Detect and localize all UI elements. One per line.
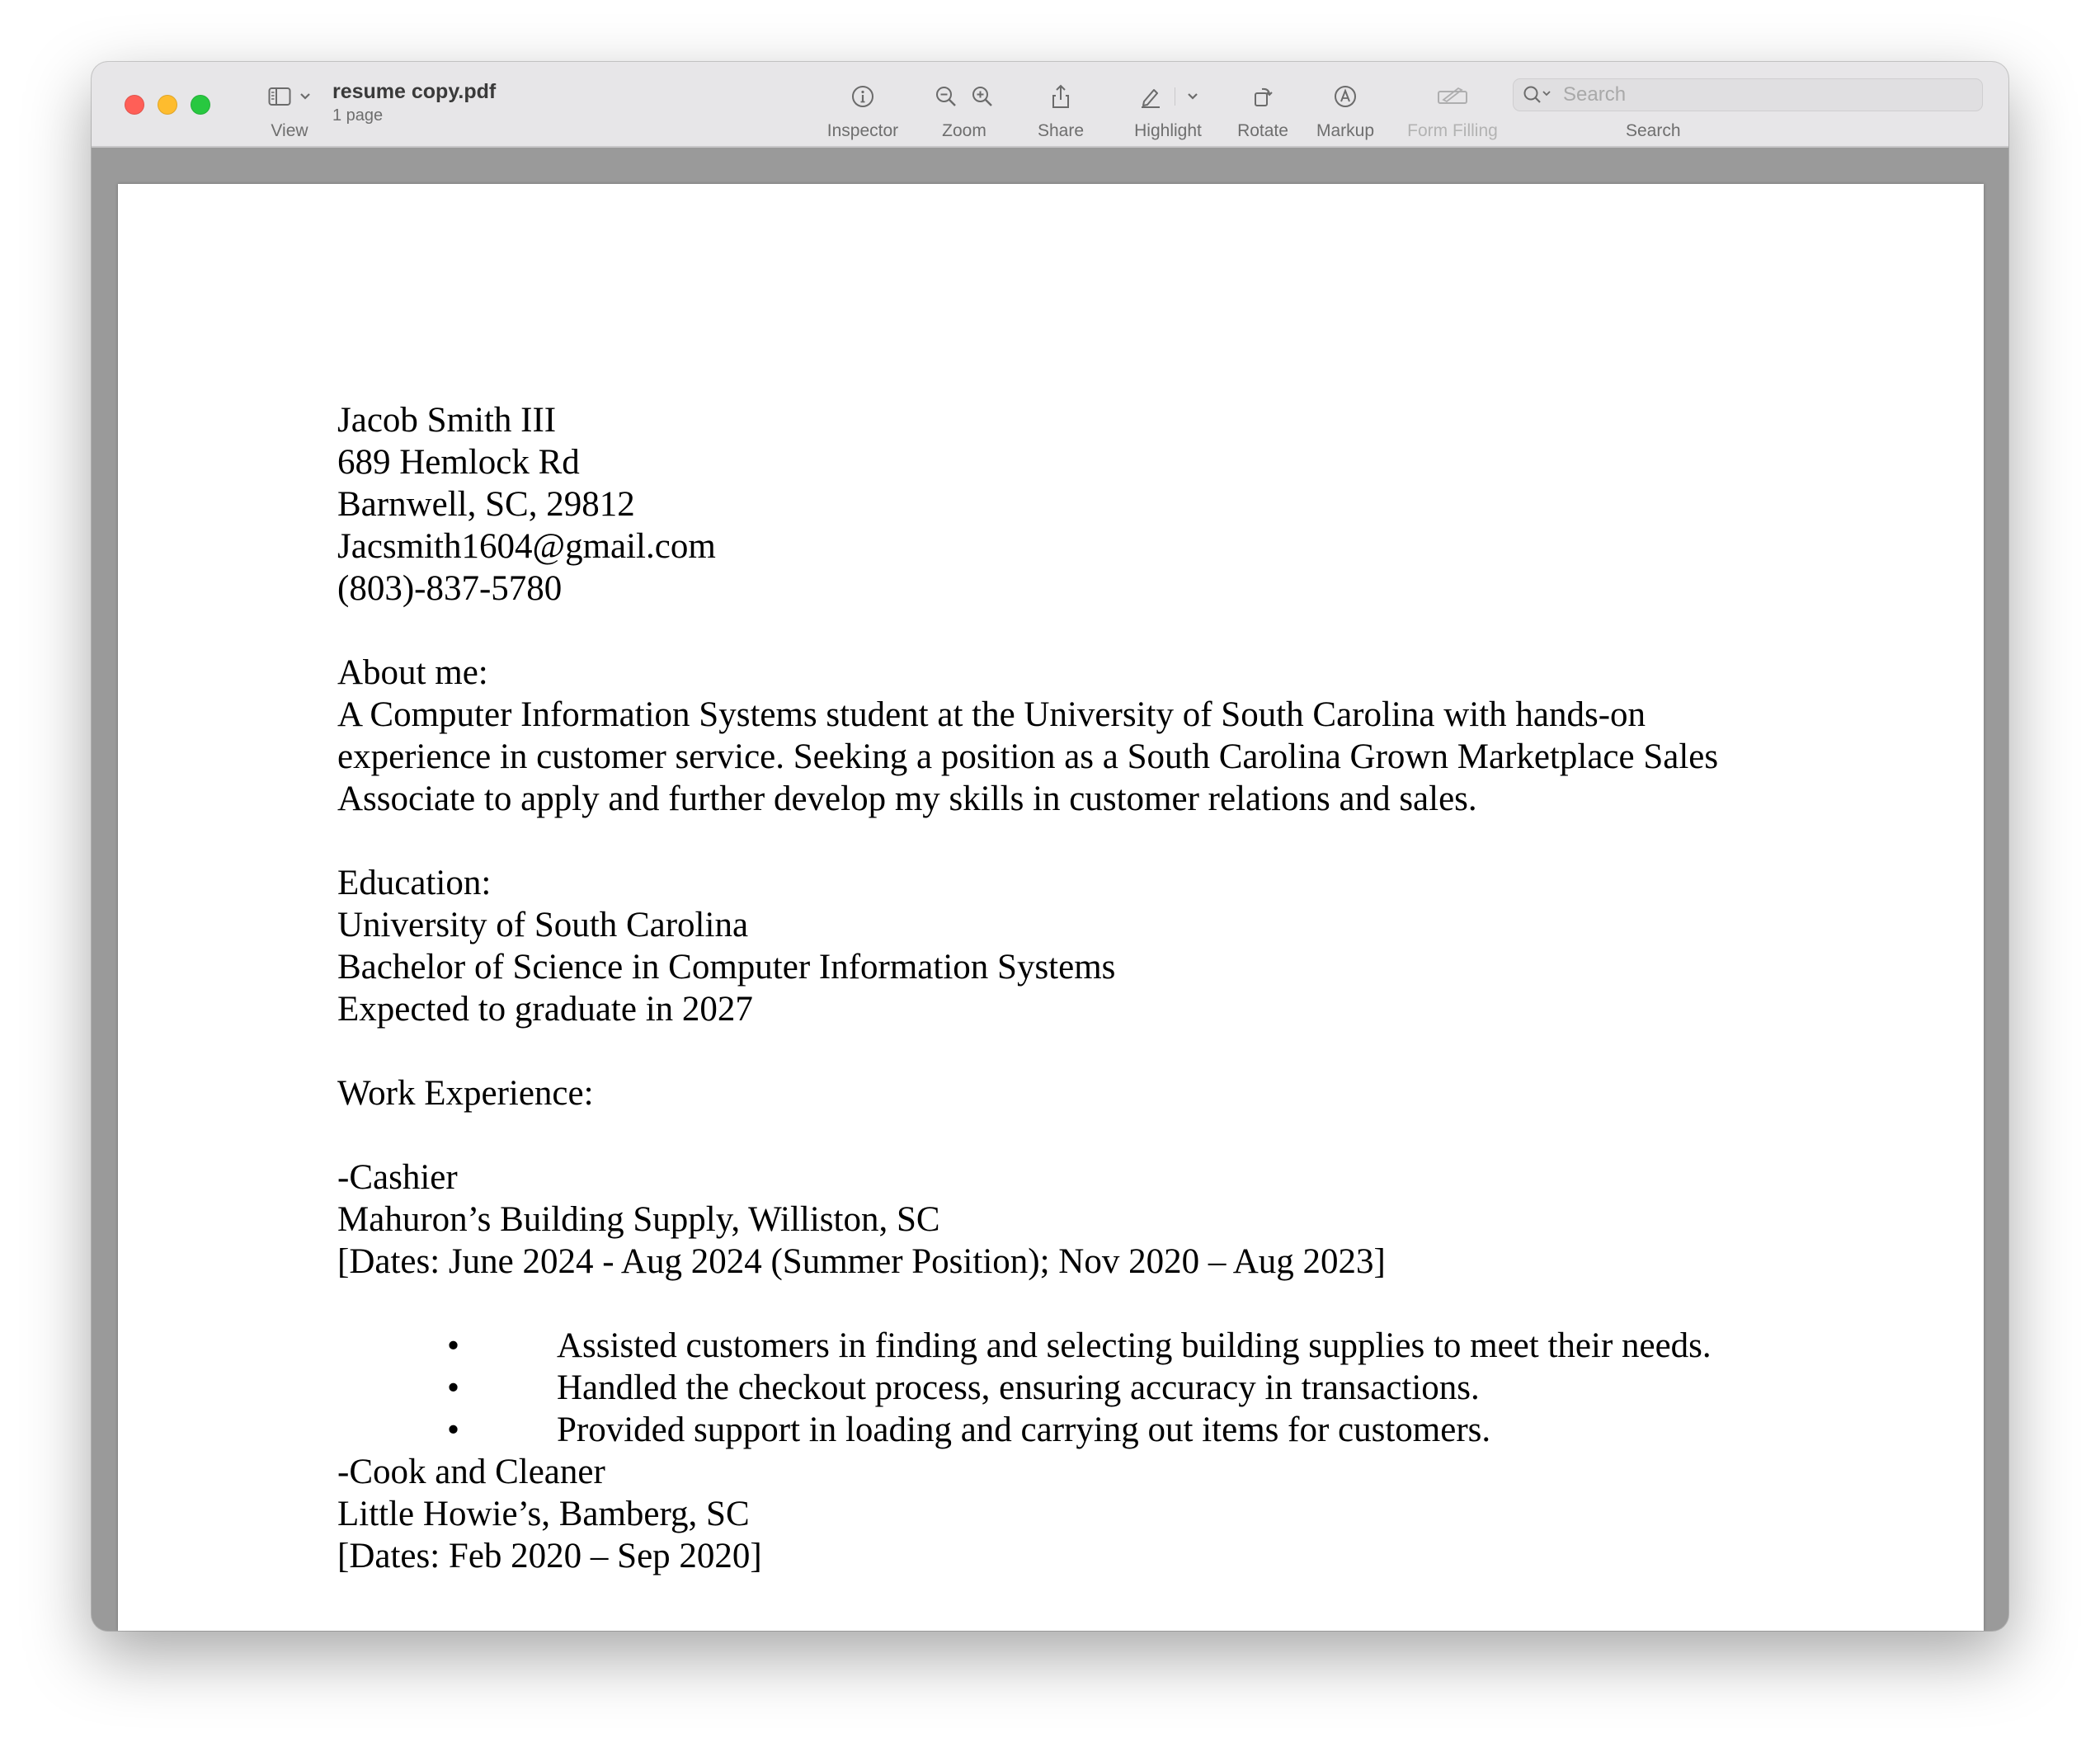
search-label: Search — [1626, 121, 1681, 140]
zoom-label: Zoom — [942, 121, 986, 140]
pen-icon — [1138, 84, 1163, 109]
bullet-text: Assisted customers in finding and select… — [557, 1326, 1712, 1365]
resume-name: Jacob Smith III — [337, 401, 557, 440]
info-icon — [850, 84, 875, 109]
job-dates: [Dates: Feb 2020 – Sep 2020] — [337, 1537, 762, 1575]
job-title: -Cashier — [337, 1158, 458, 1197]
zoom-in-icon[interactable] — [970, 84, 995, 109]
job-bullet: • Assisted customers in finding and sele… — [337, 1325, 1905, 1367]
job-dates: [Dates: June 2024 - Aug 2024 (Summer Pos… — [337, 1242, 1386, 1281]
education-school: University of South Carolina — [337, 906, 749, 944]
address-line-1: 689 Hemlock Rd — [337, 443, 580, 482]
inspector-label: Inspector — [826, 121, 899, 140]
education-heading: Education: — [337, 864, 492, 902]
page-count: 1 page — [332, 106, 384, 125]
rotate-label: Rotate — [1237, 121, 1288, 140]
email-address: Jacsmith1604@gmail.com — [337, 527, 716, 566]
education-degree: Bachelor of Science in Computer Informat… — [337, 948, 1116, 987]
rotate-button[interactable]: Rotate — [1222, 80, 1304, 141]
chevron-down-icon[interactable] — [1187, 92, 1198, 101]
share-label: Share — [1037, 121, 1085, 140]
job-bullet-list: • Assisted customers in finding and sele… — [337, 1325, 1905, 1451]
sidebar-icon — [268, 87, 291, 106]
search-input[interactable] — [1561, 82, 1961, 107]
chevron-down-icon — [299, 92, 311, 101]
preview-window: View resume copy.pdf 1 page Inspector Zo… — [92, 62, 2008, 1631]
bullet-symbol: • — [447, 1368, 460, 1407]
form-filling-label: Form Filling — [1407, 121, 1498, 140]
about-line: Associate to apply and further develop m… — [337, 779, 1477, 818]
resume-content: Jacob Smith III 689 Hemlock Rd Barnwell,… — [337, 399, 1905, 1577]
job-title: -Cook and Cleaner — [337, 1453, 605, 1491]
about-line: experience in customer service. Seeking … — [337, 737, 1719, 776]
close-window-button[interactable] — [125, 95, 144, 115]
maximize-window-button[interactable] — [191, 95, 210, 115]
magnifier-icon — [1522, 84, 1555, 106]
pdf-page[interactable]: Jacob Smith III 689 Hemlock Rd Barnwell,… — [118, 184, 1984, 1631]
phone-number: (803)-837-5780 — [337, 569, 563, 608]
about-heading: About me: — [337, 653, 488, 692]
minimize-window-button[interactable] — [158, 95, 177, 115]
job-bullet: • Handled the checkout process, ensuring… — [337, 1367, 1905, 1409]
zoom-out-icon[interactable] — [934, 84, 958, 109]
document-title-area[interactable]: resume copy.pdf 1 page — [332, 80, 496, 125]
highlight-button[interactable]: Highlight — [1114, 80, 1222, 141]
bullet-symbol: • — [447, 1411, 460, 1449]
job-employer: Mahuron’s Building Supply, Williston, SC — [337, 1200, 940, 1239]
education-graduation: Expected to graduate in 2027 — [337, 990, 753, 1029]
bullet-text: Provided support in loading and carrying… — [557, 1411, 1491, 1449]
markup-label: Markup — [1316, 121, 1375, 140]
job-employer: Little Howie’s, Bamberg, SC — [337, 1495, 750, 1533]
form-icon — [1437, 85, 1468, 108]
form-filling-button[interactable]: Form Filling — [1391, 80, 1514, 141]
toolbar: View resume copy.pdf 1 page Inspector Zo… — [92, 62, 2008, 148]
markup-button[interactable]: Markup — [1304, 80, 1387, 141]
work-heading: Work Experience: — [337, 1074, 594, 1113]
about-line: A Computer Information Systems student a… — [337, 695, 1646, 734]
view-label: View — [271, 121, 308, 140]
job-bullet: • Provided support in loading and carryi… — [337, 1409, 1905, 1451]
bullet-symbol: • — [447, 1326, 460, 1365]
bullet-text: Handled the checkout process, ensuring a… — [557, 1368, 1480, 1407]
search-field[interactable] — [1513, 78, 1983, 111]
markup-icon — [1333, 84, 1358, 109]
highlight-label: Highlight — [1134, 121, 1202, 140]
rotate-icon — [1250, 84, 1275, 109]
view-button[interactable]: View — [252, 80, 327, 141]
share-icon — [1049, 83, 1072, 110]
inspector-button[interactable]: Inspector — [817, 80, 908, 141]
share-button[interactable]: Share — [1024, 80, 1098, 141]
zoom-control[interactable]: Zoom — [919, 80, 1010, 141]
document-name: resume copy.pdf — [332, 80, 497, 103]
address-line-2: Barnwell, SC, 29812 — [337, 485, 635, 524]
